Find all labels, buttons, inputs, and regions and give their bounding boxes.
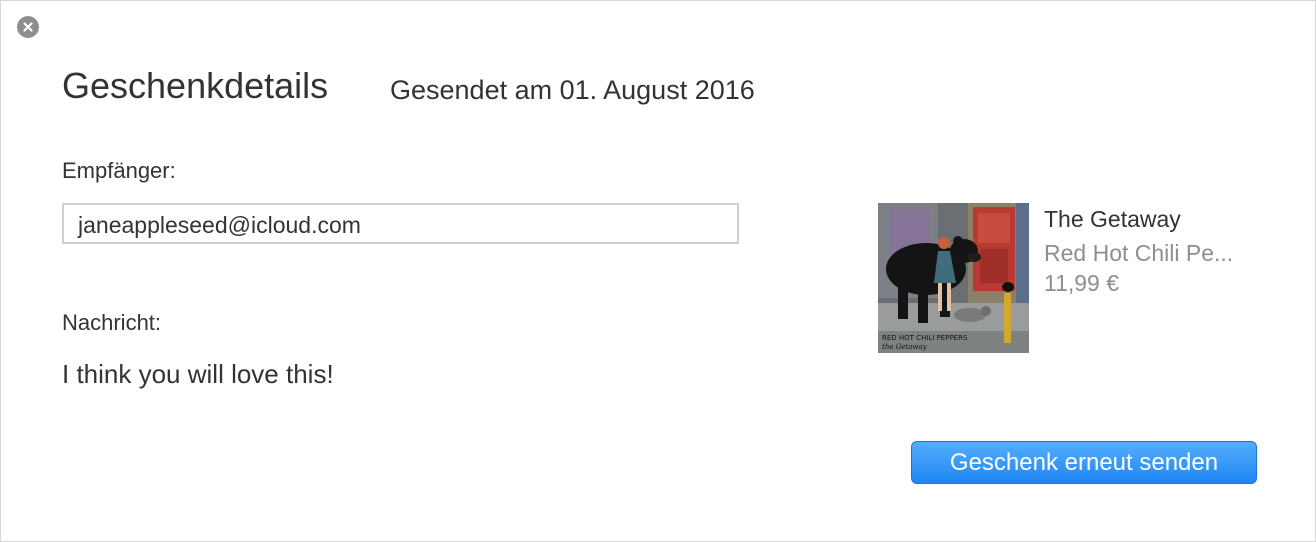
sent-date: Gesendet am 01. August 2016 [390,75,755,105]
dialog-title: Geschenkdetails [62,65,329,106]
album-cover-artist-text: RED HOT CHILI PEPPERS [882,334,968,342]
message-text: I think you will love this! [62,359,334,389]
recipient-field[interactable]: janeappleseed@icloud.com [62,203,739,244]
resend-gift-button[interactable]: Geschenk erneut senden [911,441,1257,484]
album-cover: RED HOT CHILI PEPPERS the Getaway [878,203,1029,353]
product-artist: Red Hot Chili Pe... [1044,240,1234,266]
message-label: Nachricht: [62,310,162,335]
product-price: 11,99 € [1044,270,1120,296]
recipient-value: janeappleseed@icloud.com [78,212,361,238]
close-button[interactable] [17,16,39,38]
gift-details-dialog: Geschenkdetails Gesendet am 01. August 2… [0,0,1316,542]
album-cover-title-text: the Getaway [882,343,928,351]
close-icon [23,22,33,32]
product-title: The Getaway [1044,206,1181,232]
recipient-label: Empfänger: [62,158,176,183]
